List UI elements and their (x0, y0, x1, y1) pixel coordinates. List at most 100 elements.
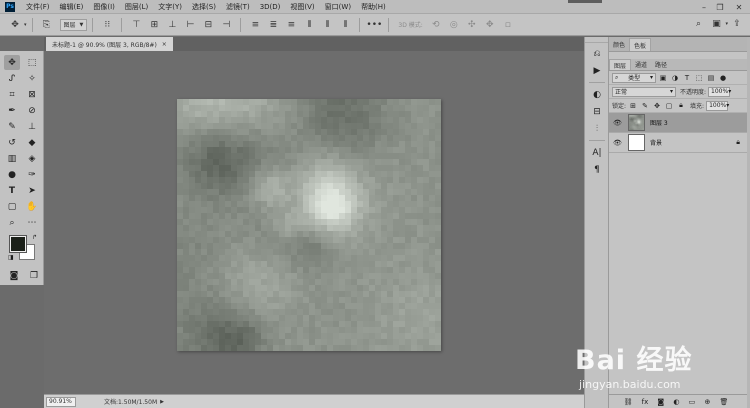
more-options-icon[interactable]: ••• (366, 18, 382, 32)
3d-pan-icon[interactable]: ✣ (465, 18, 479, 32)
history-panel-icon[interactable]: ⎌ (585, 45, 609, 62)
brush-settings-panel-icon[interactable]: ⫶ (585, 120, 609, 137)
more-tools-icon[interactable]: ⋯ (24, 215, 40, 230)
blur-tool-icon[interactable]: ◈ (24, 151, 40, 166)
align-vcenter-icon[interactable]: ⊞ (147, 18, 161, 32)
add-mask-icon[interactable]: ◙ (657, 398, 664, 406)
layer-row[interactable]: 👁︎ 图层 3 (609, 113, 750, 133)
pen-tool-icon[interactable]: ✑ (24, 167, 40, 182)
quick-mask-icon[interactable]: ◙ (6, 268, 22, 283)
visibility-eye-icon[interactable]: 👁︎ (613, 139, 623, 147)
move-tool-preset-icon[interactable]: ✥ (8, 18, 22, 32)
menu-filter[interactable]: 滤镜(T) (221, 2, 255, 12)
3d-scale-icon[interactable]: ▫ (501, 18, 515, 32)
3d-slide-icon[interactable]: ✥ (483, 18, 497, 32)
document-tab[interactable]: 未标题-1 @ 90.9% (图层 3, RGB/8#) × (46, 37, 173, 51)
lock-transparent-icon[interactable]: ⊞ (628, 101, 638, 111)
link-layers-icon[interactable]: ⛓ (624, 398, 633, 406)
blend-mode-dropdown[interactable]: 正常 ▾ (612, 86, 676, 97)
gradient-tool-icon[interactable]: ▥ (4, 151, 20, 166)
new-layer-icon[interactable]: ⊕ (704, 398, 710, 406)
transform-controls-icon[interactable]: ⁝⁝ (100, 18, 114, 32)
status-menu-arrow-icon[interactable]: ▶ (160, 399, 164, 405)
title-drag-bar[interactable] (568, 0, 602, 3)
document-canvas[interactable] (177, 99, 441, 351)
foreground-color-swatch[interactable] (9, 235, 27, 253)
minimize-icon[interactable]: – (696, 0, 712, 14)
filter-adjustment-icon[interactable]: ◑ (670, 73, 680, 83)
eyedropper-tool-icon[interactable]: ✒ (4, 103, 20, 118)
filter-pixel-icon[interactable]: ▣ (658, 73, 668, 83)
workspace-chevron-icon[interactable]: ▾ (725, 21, 728, 27)
distribute-right-icon[interactable]: ⦀ (338, 18, 352, 32)
menu-edit[interactable]: 编辑(E) (55, 2, 89, 12)
menu-type[interactable]: 文字(Y) (153, 2, 187, 12)
align-bottom-icon[interactable]: ⊥ (165, 18, 179, 32)
move-tool-icon[interactable]: ✥ (4, 55, 20, 70)
menu-view[interactable]: 视图(V) (285, 2, 319, 12)
frame-tool-icon[interactable]: ⊠ (24, 87, 40, 102)
lock-all-icon[interactable]: 🔒︎ (676, 101, 686, 111)
type-tool-icon[interactable]: T (4, 183, 20, 198)
fill-field[interactable]: 100% ▾ (706, 100, 729, 111)
filter-toggle-icon[interactable]: ● (718, 73, 728, 83)
layer-filter-dropdown[interactable]: ⌕ 类型 ▾ (612, 72, 656, 83)
swap-colors-icon[interactable]: ↱ (32, 234, 37, 241)
lasso-tool-icon[interactable]: ᔑ (4, 71, 20, 86)
panel-grip[interactable] (585, 37, 609, 43)
share-icon[interactable]: ⇪ (730, 17, 744, 31)
menu-select[interactable]: 选择(S) (187, 2, 221, 12)
marquee-tool-icon[interactable]: ⬚ (24, 55, 40, 70)
preset-chevron-icon[interactable]: ▾ (24, 22, 27, 28)
auto-select-target-dropdown[interactable]: 图层 ▼ (59, 18, 88, 31)
history-brush-tool-icon[interactable]: ↺ (4, 135, 20, 150)
tab-swatches[interactable]: 色板 (629, 38, 652, 51)
tab-color[interactable]: 颜色 (609, 38, 629, 51)
magic-wand-tool-icon[interactable]: ✧ (24, 71, 40, 86)
paragraph-panel-icon[interactable]: ¶ (585, 161, 609, 178)
actions-panel-icon[interactable]: ▶ (585, 62, 609, 79)
distribute-top-icon[interactable]: ≡ (248, 18, 262, 32)
align-right-icon[interactable]: ⊣ (219, 18, 233, 32)
align-top-icon[interactable]: ⊤ (129, 18, 143, 32)
menu-help[interactable]: 帮助(H) (356, 2, 391, 12)
menu-file[interactable]: 文件(F) (21, 2, 55, 12)
distribute-left-icon[interactable]: ⦀ (302, 18, 316, 32)
healing-brush-tool-icon[interactable]: ⊘ (24, 103, 40, 118)
restore-icon[interactable]: ❐ (712, 0, 728, 14)
visibility-eye-icon[interactable]: 👁︎ (613, 119, 623, 127)
menu-layer[interactable]: 图层(L) (120, 2, 153, 12)
filter-type-icon[interactable]: T (682, 73, 692, 83)
align-left-icon[interactable]: ⊢ (183, 18, 197, 32)
lock-image-icon[interactable]: ✎ (640, 101, 650, 111)
distribute-hcenter-icon[interactable]: ⦀ (320, 18, 334, 32)
distribute-bottom-icon[interactable]: ≡ (284, 18, 298, 32)
filter-shape-icon[interactable]: ⬚ (694, 73, 704, 83)
menu-image[interactable]: 图像(I) (88, 2, 120, 12)
close-icon[interactable]: ✕ (728, 0, 750, 14)
layer-row[interactable]: 👁︎ 背景 🔒︎ (609, 133, 750, 153)
canvas-area[interactable] (44, 51, 584, 394)
3d-orbit-icon[interactable]: ⟲ (429, 18, 443, 32)
filter-smart-object-icon[interactable]: ▤ (706, 73, 716, 83)
tab-layers[interactable]: 图层 (609, 59, 632, 70)
delete-layer-icon[interactable]: 🗑︎ (720, 398, 729, 406)
tab-paths[interactable]: 路径 (651, 59, 671, 70)
menu-window[interactable]: 窗口(W) (320, 2, 356, 12)
default-colors-icon[interactable]: ◨ (8, 254, 14, 261)
lock-position-icon[interactable]: ✥ (652, 101, 662, 111)
character-panel-icon[interactable]: A| (585, 144, 609, 161)
eraser-tool-icon[interactable]: ◆ (24, 135, 40, 150)
workspace-icon[interactable]: ▣ (709, 17, 723, 31)
adjustments-panel-icon[interactable]: ◐ (585, 86, 609, 103)
path-selection-tool-icon[interactable]: ➤ (24, 183, 40, 198)
tab-channels[interactable]: 通道 (631, 59, 651, 70)
layer-style-icon[interactable]: fx (642, 398, 649, 406)
zoom-tool-icon[interactable]: ⌕ (4, 215, 20, 230)
zoom-level-field[interactable]: 90.91% (46, 396, 76, 407)
opacity-field[interactable]: 100% ▾ (708, 86, 731, 97)
lock-artboard-icon[interactable]: ▢ (664, 101, 674, 111)
stamp-tool-icon[interactable]: ⊥ (24, 119, 40, 134)
menu-3d[interactable]: 3D(D) (255, 3, 286, 11)
align-hcenter-icon[interactable]: ⊟ (201, 18, 215, 32)
